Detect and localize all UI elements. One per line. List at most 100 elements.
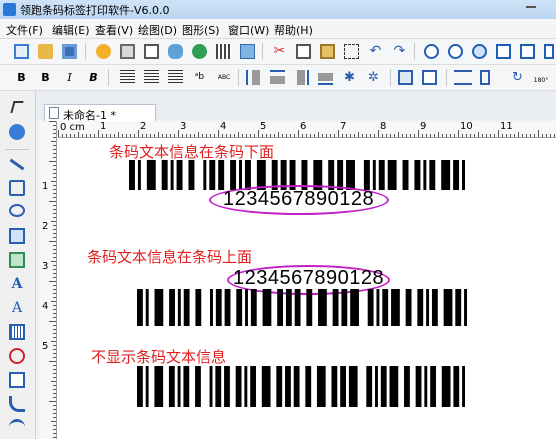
ruler-tick	[138, 130, 139, 137]
cut-icon[interactable]: ✂	[272, 44, 287, 59]
barcode-bar	[262, 289, 272, 326]
barcode-2[interactable]	[137, 289, 467, 326]
redo-icon[interactable]: ↷	[392, 44, 407, 59]
rotate-90-icon[interactable]: ↻	[510, 70, 525, 85]
ruler-tick	[134, 134, 135, 137]
picture-tool-icon[interactable]	[9, 252, 25, 268]
zoom-in-icon[interactable]	[424, 44, 439, 59]
ruler-tick	[146, 134, 147, 137]
align-objects-left-icon[interactable]	[246, 70, 261, 85]
align-right-icon[interactable]	[168, 70, 183, 85]
center-horizontal-icon[interactable]: ✱	[342, 70, 357, 85]
ruler-tick	[406, 134, 407, 137]
bold-italic-button[interactable]: B	[86, 70, 101, 85]
qrcode-tool-icon[interactable]	[9, 372, 25, 388]
calculator-icon[interactable]	[240, 44, 255, 59]
menu-edit[interactable]: 编辑(E)	[52, 22, 90, 38]
data-source-icon[interactable]	[192, 44, 207, 59]
barcode-bar	[375, 366, 378, 407]
ellipse-tool-icon[interactable]	[9, 204, 25, 217]
same-height-icon[interactable]	[480, 70, 490, 85]
superscript-icon[interactable]: ᵃb	[192, 70, 207, 85]
align-left-icon[interactable]	[120, 70, 135, 85]
barcode-bar	[210, 289, 213, 326]
copy-icon[interactable]	[296, 44, 311, 59]
group-icon[interactable]	[398, 70, 413, 85]
same-width-icon[interactable]	[454, 70, 472, 85]
ungroup-icon[interactable]	[422, 70, 437, 85]
grid-icon[interactable]	[216, 44, 231, 59]
barcode-bar	[430, 366, 436, 407]
zoom-out-icon[interactable]	[448, 44, 463, 59]
menu-help[interactable]: 帮助(H)	[274, 22, 313, 38]
select-all-icon[interactable]	[344, 44, 359, 59]
ruler-tick	[51, 341, 56, 342]
rotate-180-button[interactable]: 180°	[530, 70, 552, 92]
ruler-tick	[166, 134, 167, 137]
barcode-bar	[404, 366, 410, 407]
actual-size-icon[interactable]	[520, 44, 535, 59]
barcode-bar	[402, 160, 409, 190]
bold-button[interactable]: B	[14, 70, 29, 85]
barcode-tool-icon[interactable]	[9, 324, 25, 340]
fit-page-icon[interactable]	[496, 44, 511, 59]
image-tool-icon[interactable]	[9, 228, 25, 244]
ruler-tick	[542, 134, 543, 137]
line-tool-icon[interactable]	[9, 158, 25, 171]
bold-button-2[interactable]: B	[38, 70, 53, 85]
ruler-tick	[330, 134, 331, 137]
page-width-icon[interactable]	[544, 44, 554, 59]
print-preview-icon[interactable]	[144, 44, 159, 59]
save-icon[interactable]	[62, 44, 77, 59]
ruler-tick	[466, 134, 467, 137]
ruler-number: 4	[42, 301, 49, 312]
menu-view[interactable]: 查看(V)	[95, 22, 133, 38]
barcode-3[interactable]	[137, 366, 465, 407]
select-arrow-icon[interactable]	[10, 101, 24, 113]
align-objects-top-icon[interactable]	[270, 70, 285, 85]
horizontal-ruler: 0 cm 1 2 3 4 5 6 7 8 9 10 11	[58, 121, 556, 138]
document-tab[interactable]: 未命名-1 *	[44, 104, 156, 122]
ruler-tick	[53, 277, 56, 278]
art-text-tool-icon[interactable]: A	[9, 300, 25, 316]
barcode-bar	[137, 160, 141, 190]
abc-button[interactable]: ABC	[214, 70, 234, 85]
ruler-tick	[390, 134, 391, 137]
align-center-icon[interactable]	[144, 70, 159, 85]
ruler-tick	[49, 401, 56, 402]
italic-button[interactable]: I	[62, 70, 77, 85]
ruler-tick	[358, 132, 359, 137]
ruler-tick	[53, 345, 56, 346]
new-icon[interactable]	[14, 44, 29, 59]
center-vertical-icon[interactable]: ✲	[366, 70, 381, 85]
arc-tool-icon[interactable]	[9, 419, 25, 429]
hand-tool-icon[interactable]	[9, 124, 25, 140]
zoom-icon[interactable]	[472, 44, 487, 59]
barcode-bar	[276, 366, 283, 407]
database-icon[interactable]	[168, 44, 183, 59]
minimize-button[interactable]	[526, 6, 536, 8]
undo-icon[interactable]: ↶	[368, 44, 383, 59]
open-icon[interactable]	[38, 44, 53, 59]
triangle-tool-icon[interactable]	[9, 348, 25, 364]
document-icon	[49, 107, 59, 119]
menu-file[interactable]: 文件(F)	[6, 22, 43, 38]
ruler-tick	[78, 132, 79, 137]
align-objects-bottom-icon[interactable]	[318, 70, 333, 85]
menu-window[interactable]: 窗口(W)	[228, 22, 269, 38]
barcode-bar	[318, 289, 327, 326]
ruler-tick	[53, 429, 56, 430]
menu-draw[interactable]: 绘图(D)	[138, 22, 177, 38]
text-tool-icon[interactable]: A	[9, 276, 25, 292]
align-objects-right-icon[interactable]	[294, 70, 309, 85]
curve-tool-icon[interactable]	[9, 396, 25, 412]
settings-icon[interactable]	[96, 44, 111, 59]
ruler-tick	[498, 130, 499, 137]
rectangle-tool-icon[interactable]	[9, 180, 25, 196]
menu-shape[interactable]: 图形(S)	[182, 22, 220, 38]
ruler-tick	[506, 134, 507, 137]
ruler-tick	[338, 130, 339, 137]
print-icon[interactable]	[120, 44, 135, 59]
ruler-tick	[58, 130, 59, 137]
paste-icon[interactable]	[320, 44, 335, 59]
